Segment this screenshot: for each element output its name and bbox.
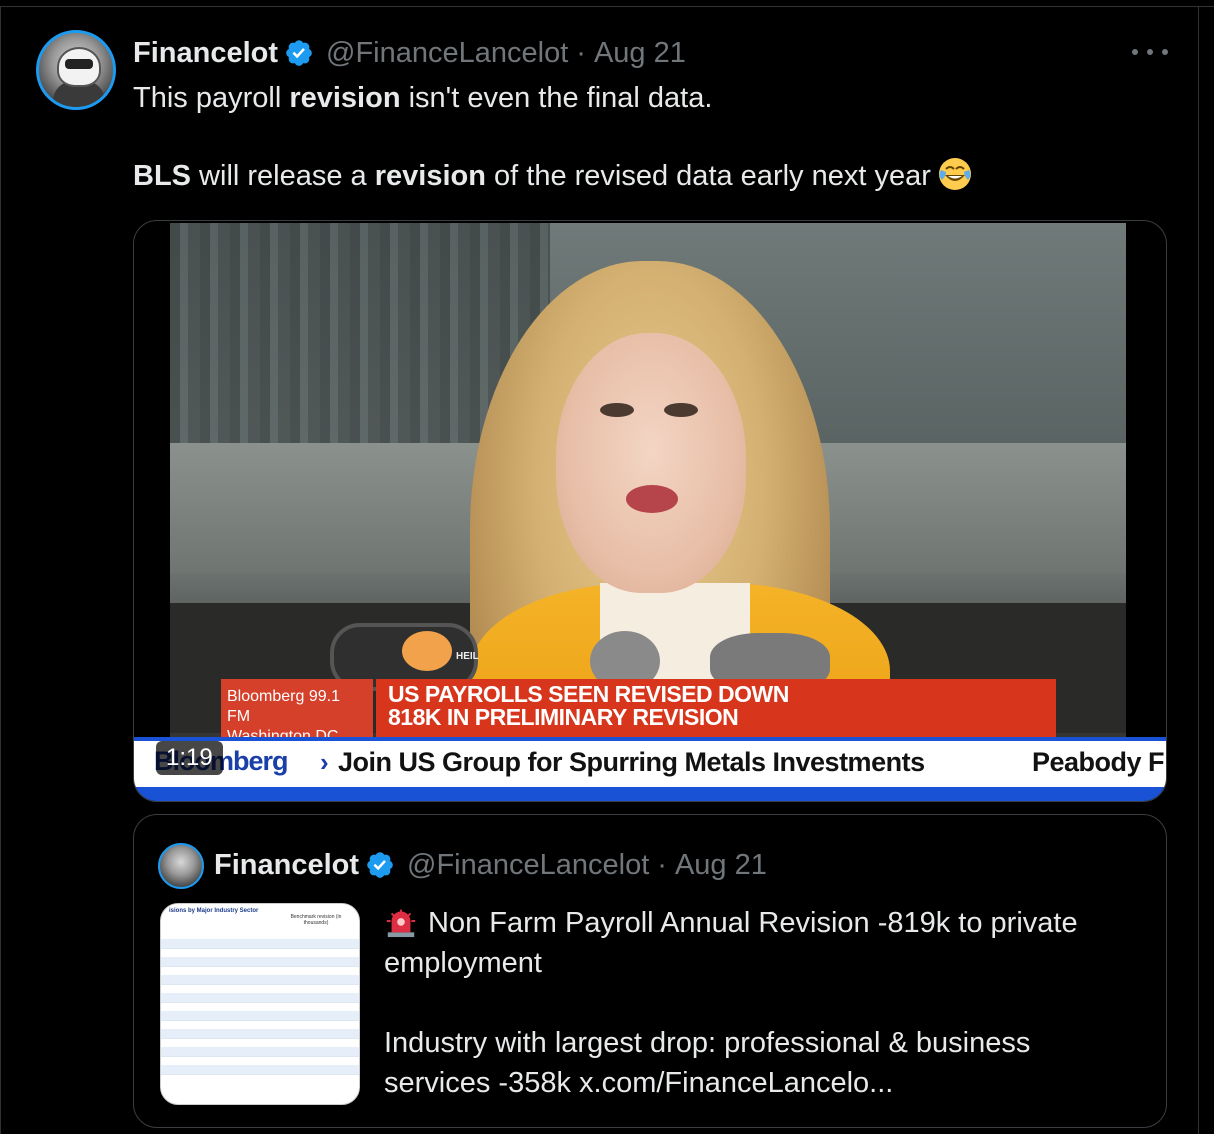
dot-icon xyxy=(1147,49,1153,55)
divider xyxy=(0,6,1,1134)
verified-badge-icon xyxy=(286,40,312,66)
text-bold: revision xyxy=(289,82,401,114)
text-segment: Non Farm Payroll Annual Revision -819k t… xyxy=(428,907,1078,939)
tweet-header: Financelot @FinanceLancelot · Aug 21 xyxy=(133,34,686,72)
lower-third-headline: US PAYROLLS SEEN REVISED DOWN 818K IN PR… xyxy=(376,679,1056,737)
thumbnail-title: isions by Major Industry Sector xyxy=(169,908,259,914)
text-segment: isn't even the final data. xyxy=(400,82,713,114)
text-segment: of the revised data early next year xyxy=(485,160,931,192)
rotating-light-icon xyxy=(386,909,416,938)
news-ticker: Bloomberg › Join US Group for Spurring M… xyxy=(134,737,1166,787)
author-name[interactable]: Financelot xyxy=(133,37,278,70)
dot-icon xyxy=(1162,49,1168,55)
ticker-text: Peabody F xyxy=(1032,747,1165,777)
author-handle[interactable]: @FinanceLancelot xyxy=(326,37,568,70)
separator-dot: · xyxy=(657,848,667,881)
presenter-mouth xyxy=(626,485,678,513)
quoted-tweet-header: Financelot @FinanceLancelot · Aug 21 xyxy=(214,845,767,885)
tweet-text: This payroll revision isn't even the fin… xyxy=(133,78,1163,196)
avatar[interactable] xyxy=(158,843,204,889)
separator-dot: · xyxy=(576,36,586,69)
more-options-icon[interactable] xyxy=(1132,38,1168,66)
video-frame[interactable]: HEIL Bloomberg 99.1 FM Washington DC US … xyxy=(170,223,1126,799)
divider xyxy=(0,6,1214,7)
headline-line: US PAYROLLS SEEN REVISED DOWN xyxy=(388,681,789,707)
avatar-visor xyxy=(65,59,93,69)
author-handle[interactable]: @FinanceLancelot xyxy=(407,849,649,882)
divider xyxy=(1198,6,1199,1134)
thumbnail-column-header: Benchmark revision (in thousands) xyxy=(290,914,342,926)
tweet-line: Industry with largest drop: professional… xyxy=(384,1027,1031,1059)
table-row xyxy=(161,1065,359,1075)
verified-badge-icon xyxy=(367,852,393,878)
text-bold: revision xyxy=(374,160,486,192)
tweet-line: BLS will release a revision of the revis… xyxy=(133,156,1163,196)
tweet-date[interactable]: Aug 21 xyxy=(675,849,767,882)
avatar[interactable] xyxy=(36,30,116,110)
video-player[interactable]: HEIL Bloomberg 99.1 FM Washington DC US … xyxy=(133,220,1167,802)
ticker-arrow-icon: › xyxy=(320,747,329,777)
author-name[interactable]: Financelot xyxy=(214,849,359,882)
headline-line: 818K IN PRELIMINARY REVISION xyxy=(388,704,739,730)
tweet-date[interactable]: Aug 21 xyxy=(594,37,686,70)
face-with-tears-of-joy-icon xyxy=(938,158,971,190)
dot-icon xyxy=(1132,49,1138,55)
tweet-line[interactable]: services -358k x.com/FinanceLancelo... xyxy=(384,1063,1154,1103)
microphone-light xyxy=(402,631,452,671)
quoted-tweet[interactable]: Financelot @FinanceLancelot · Aug 21 isi… xyxy=(133,814,1167,1128)
presenter-eye xyxy=(664,403,698,417)
ticker-bar xyxy=(134,787,1166,801)
video-duration: 1:19 xyxy=(156,741,223,775)
tweet-line: Non Farm Payroll Annual Revision -819k t… xyxy=(384,903,1154,943)
quoted-tweet-text: Non Farm Payroll Annual Revision -819k t… xyxy=(384,903,1154,1103)
presenter-eye xyxy=(600,403,634,417)
table-thumbnail[interactable]: isions by Major Industry Sector Benchmar… xyxy=(160,903,360,1105)
presenter-face xyxy=(556,333,746,593)
tweet-line: This payroll revision isn't even the fin… xyxy=(133,78,1163,118)
ticker-text: Join US Group for Spurring Metals Invest… xyxy=(338,747,925,777)
station-name: Bloomberg 99.1 FM xyxy=(227,688,340,725)
lower-third-station: Bloomberg 99.1 FM Washington DC xyxy=(221,679,373,745)
text-segment: This payroll xyxy=(133,82,290,114)
text-bold: BLS xyxy=(133,160,191,192)
mic-label: HEIL xyxy=(456,651,479,662)
tweet-line: employment xyxy=(384,947,542,979)
text-segment: will release a xyxy=(191,160,375,192)
